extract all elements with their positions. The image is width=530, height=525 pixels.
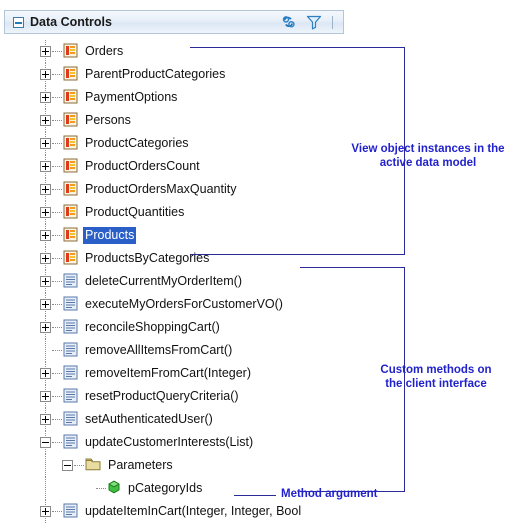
expand-plus-icon[interactable] — [40, 46, 51, 57]
expand-plus-icon[interactable] — [40, 368, 51, 379]
tree-item-label: Products — [83, 227, 137, 244]
tree-guide-line — [45, 339, 47, 362]
tree-item-label: ProductOrdersCount — [85, 159, 200, 173]
tree-connector — [52, 326, 62, 329]
tree-item-label: Orders — [85, 44, 124, 58]
expand-plus-icon[interactable] — [40, 299, 51, 310]
tree-connector — [74, 464, 84, 467]
tree-connector — [52, 119, 62, 122]
tree-expander-placeholder — [84, 483, 95, 494]
view-object-icon — [63, 204, 78, 222]
tree-item-label: updateItemInCart(Integer, Integer, Bool — [85, 504, 302, 518]
annotation-view-objects: View object instances in the active data… — [351, 143, 505, 169]
tree-connector — [52, 257, 62, 260]
method-icon — [63, 388, 78, 406]
folder-icon — [85, 457, 101, 474]
collapse-minus-icon[interactable] — [40, 437, 51, 448]
expand-plus-icon[interactable] — [40, 230, 51, 241]
annotation-custom-methods: Custom methods on the client interface — [380, 364, 492, 390]
tree-connector — [52, 349, 62, 352]
tree-connector — [52, 303, 62, 306]
expand-plus-icon[interactable] — [40, 253, 51, 264]
method-icon — [63, 434, 78, 452]
method-icon — [63, 342, 78, 360]
tree-connector — [52, 73, 62, 76]
minus-box-icon[interactable] — [13, 16, 24, 28]
collapse-minus-icon[interactable] — [62, 460, 73, 471]
tree-connector — [52, 234, 62, 237]
expand-plus-icon[interactable] — [40, 138, 51, 149]
tree-item-label: removeItemFromCart(Integer) — [85, 366, 252, 380]
tree-connector — [52, 142, 62, 145]
tree-item-label: executeMyOrdersForCustomerVO() — [85, 297, 283, 311]
expand-plus-icon[interactable] — [40, 207, 51, 218]
tree-item-label: Parameters — [108, 458, 173, 472]
annotation-method-argument: Method argument — [281, 488, 378, 500]
expand-plus-icon[interactable] — [40, 115, 51, 126]
tree-item-label: ProductQuantities — [85, 205, 185, 219]
expand-plus-icon[interactable] — [40, 92, 51, 103]
tree-connector — [52, 211, 62, 214]
view-object-icon — [63, 181, 78, 199]
panel-title: Data Controls — [30, 15, 112, 29]
method-icon — [63, 411, 78, 429]
toolbar-divider — [332, 15, 333, 29]
parameter-cube-icon — [107, 480, 121, 497]
method-icon — [63, 273, 78, 291]
tree-connector — [52, 395, 62, 398]
method-icon — [63, 503, 78, 521]
leader-method-argument — [234, 495, 276, 496]
view-object-icon — [63, 227, 78, 245]
tree-connector — [52, 50, 62, 53]
panel-toolbar — [280, 13, 333, 31]
tree-item-label: setAuthenticatedUser() — [85, 412, 213, 426]
expand-plus-icon[interactable] — [40, 69, 51, 80]
view-object-icon — [63, 89, 78, 107]
view-object-icon — [63, 135, 78, 153]
tree-item-label: resetProductQueryCriteria() — [85, 389, 239, 403]
tree-connector — [52, 372, 62, 375]
tree-connector — [52, 96, 62, 99]
tree-item-label: ProductCategories — [85, 136, 189, 150]
tree-connector — [52, 441, 62, 444]
expand-plus-icon[interactable] — [40, 414, 51, 425]
method-icon — [63, 365, 78, 383]
tree-item-label: PaymentOptions — [85, 90, 178, 104]
tree-item-label: deleteCurrentMyOrderItem() — [85, 274, 242, 288]
view-object-icon — [63, 158, 78, 176]
expand-plus-icon[interactable] — [40, 391, 51, 402]
refresh-sync-icon[interactable] — [280, 13, 298, 31]
tree-item-label: Persons — [85, 113, 131, 127]
view-object-icon — [63, 66, 78, 84]
method-icon — [63, 296, 78, 314]
tree-item-label: updateCustomerInterests(List) — [85, 435, 254, 449]
view-object-icon — [63, 112, 78, 130]
expand-plus-icon[interactable] — [40, 184, 51, 195]
tree-connector — [52, 418, 62, 421]
tree-row[interactable]: updateItemInCart(Integer, Integer, Bool — [4, 500, 424, 523]
data-controls-panel-header: Data Controls — [4, 10, 344, 34]
tree-guide-line — [45, 454, 47, 477]
view-object-icon — [63, 43, 78, 61]
tree-connector — [52, 510, 62, 513]
view-object-icon — [63, 250, 78, 268]
expand-plus-icon[interactable] — [40, 161, 51, 172]
tree-connector — [52, 165, 62, 168]
method-icon — [63, 319, 78, 337]
expand-plus-icon[interactable] — [40, 276, 51, 287]
expand-plus-icon[interactable] — [40, 506, 51, 517]
expand-plus-icon[interactable] — [40, 322, 51, 333]
filter-funnel-icon[interactable] — [305, 13, 323, 31]
tree-guide-line — [45, 477, 47, 500]
tree-connector — [52, 280, 62, 283]
tree-item-label: removeAllItemsFromCart() — [85, 343, 233, 357]
tree-connector — [52, 188, 62, 191]
tree-item-label: pCategoryIds — [128, 481, 203, 495]
tree-connector — [96, 487, 106, 490]
tree-item-label: reconcileShoppingCart() — [85, 320, 220, 334]
